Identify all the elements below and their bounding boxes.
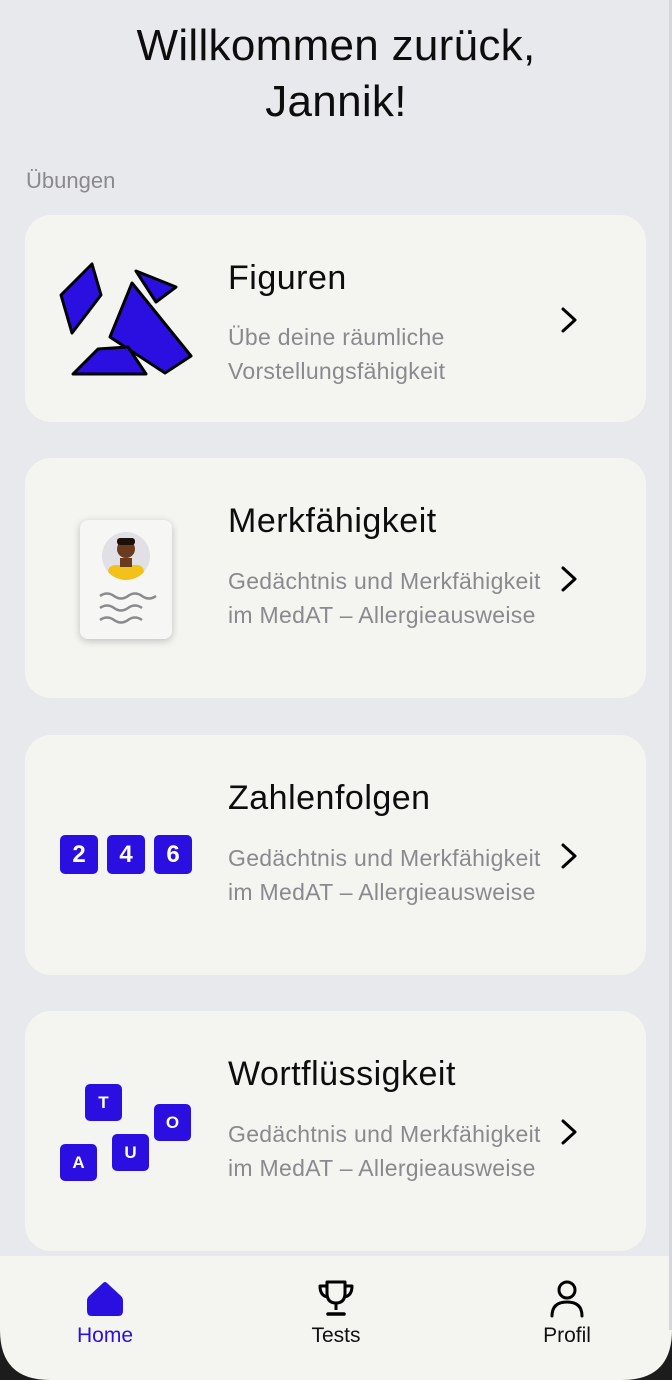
letter-tile: U [112, 1134, 149, 1171]
nav-label: Profil [543, 1324, 591, 1347]
exercise-title: Zahlenfolgen [228, 779, 431, 817]
id-card-icon [80, 520, 172, 639]
title-line-2: Jannik! [265, 77, 407, 126]
exercise-title: Merkfähigkeit [228, 502, 437, 540]
chevron-right-icon [561, 566, 577, 592]
title-line-1: Willkommen zurück, [136, 21, 536, 70]
exercise-title: Figuren [228, 259, 347, 297]
exercise-description: Gedächtnis und Merkfähigkeit im MedAT – … [228, 568, 541, 628]
number-tile: 2 [60, 835, 98, 874]
letter-tile: O [154, 1104, 191, 1141]
avatar [99, 532, 157, 624]
letter-tile: A [60, 1144, 97, 1181]
nav-label: Home [76, 1324, 134, 1347]
screen-corner-left [0, 1330, 50, 1380]
number-tile: 6 [154, 835, 192, 874]
exercise-description: Gedächtnis und Merkfähigkeit im MedAT – … [228, 1121, 541, 1181]
bottom-navigation: Home Tests Profil [0, 1256, 672, 1380]
chevron-right-icon [561, 307, 577, 333]
exercise-card-zahlenfolgen[interactable]: 2 4 6 Zahlenfolgen Gedächtnis und Merkfä… [25, 735, 646, 975]
nav-tests[interactable]: Tests [266, 1278, 406, 1348]
letter-tiles-icon: T O U A [60, 1083, 200, 1183]
exercise-card-figuren[interactable]: Figuren Übe deine räumliche Vorstellungs… [25, 215, 646, 422]
number-tile: 4 [107, 835, 145, 874]
user-icon [550, 1280, 584, 1318]
exercise-card-merkfaehigkeit[interactable]: Merkfähigkeit Gedächtnis und Merkfähigke… [25, 458, 646, 698]
nav-label: Tests [311, 1324, 361, 1347]
letter-tile: T [85, 1084, 122, 1121]
exercise-description: Gedächtnis und Merkfähigkeit im MedAT – … [228, 845, 541, 905]
exercise-title: Wortflüssigkeit [228, 1055, 456, 1093]
nav-home[interactable]: Home [35, 1278, 175, 1348]
screen-corner-right [622, 1330, 672, 1380]
exercise-description: Übe deine räumliche Vorstellungsfähigkei… [228, 324, 446, 384]
chevron-right-icon [561, 843, 577, 869]
section-label-exercises: Übungen [26, 168, 116, 193]
screen-edge-right [669, 0, 672, 1330]
exercise-card-wortfluessigkeit[interactable]: T O U A Wortflüssigkeit Gedächtnis und M… [25, 1011, 646, 1251]
trophy-icon [318, 1280, 354, 1316]
shape-pieces-icon [59, 262, 193, 376]
chevron-right-icon [561, 1119, 577, 1145]
home-icon [87, 1282, 123, 1316]
nav-profil[interactable]: Profil [497, 1278, 637, 1348]
page-title: Willkommen zurück, Jannik! [0, 18, 672, 130]
number-tiles-icon: 2 4 6 [60, 835, 195, 875]
